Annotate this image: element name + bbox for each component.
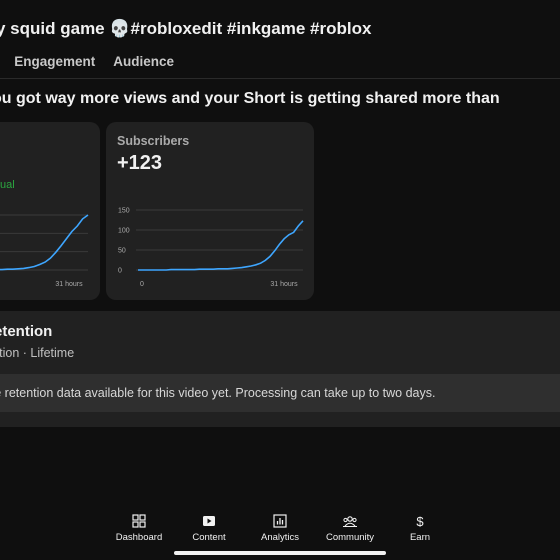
community-icon — [343, 516, 357, 527]
y-tick-label: 150 — [118, 208, 130, 215]
svg-text:$: $ — [416, 514, 424, 528]
subscribers-chart: 150 100 50 0 0 31 hours — [118, 208, 304, 288]
analytics-icon — [273, 514, 287, 528]
tabs-divider — [0, 78, 560, 79]
performance-summary: ou got way more views and your Short is … — [0, 90, 500, 107]
x-tick-label: 31 hours — [270, 281, 298, 288]
x-tick-label: 0 — [140, 281, 144, 288]
nav-label: Earn — [409, 532, 431, 543]
nav-label: Content — [192, 532, 226, 543]
audience-retention-section: etention ration · Lifetime ce retention … — [0, 311, 560, 427]
nav-earn[interactable]: $ Earn — [385, 514, 455, 543]
nav-label: Analytics — [260, 532, 299, 543]
tab-engagement[interactable]: Engagement — [14, 54, 95, 69]
nav-content[interactable]: Content — [174, 514, 244, 543]
home-indicator — [174, 551, 386, 555]
retention-message-box: ce retention data available for this vid… — [0, 374, 560, 412]
metric-card-views[interactable]: ual 31 hours — [0, 122, 100, 300]
retention-subtitle: ration · Lifetime — [0, 346, 75, 360]
views-chart: 31 hours — [0, 214, 89, 288]
nav-dashboard[interactable]: Dashboard — [104, 514, 174, 543]
nav-community[interactable]: Community — [315, 514, 385, 543]
y-tick-label: 50 — [118, 248, 126, 255]
y-tick-label: 100 — [118, 228, 130, 235]
tab-audience[interactable]: Audience — [113, 54, 174, 69]
series-line — [138, 220, 304, 271]
retention-message: ce retention data available for this vid… — [0, 386, 436, 400]
metric-card-subscribers[interactable]: Subscribers +123 150 100 50 0 0 31 hours — [106, 122, 314, 300]
y-tick-label: 0 — [118, 268, 122, 275]
x-tick-label: 31 hours — [55, 281, 83, 288]
nav-label: Dashboard — [115, 532, 163, 543]
video-title: y squid game 💀#robloxedit #inkgame #robl… — [0, 19, 372, 38]
nav-analytics[interactable]: Analytics — [245, 514, 315, 543]
series-line — [0, 214, 89, 271]
nav-label: Community — [325, 532, 375, 543]
dashboard-icon — [132, 514, 146, 528]
retention-title: etention — [0, 323, 53, 340]
content-icon — [203, 516, 215, 526]
dollar-icon: $ — [416, 514, 424, 528]
analytics-tabs: n Engagement Audience — [0, 54, 192, 69]
